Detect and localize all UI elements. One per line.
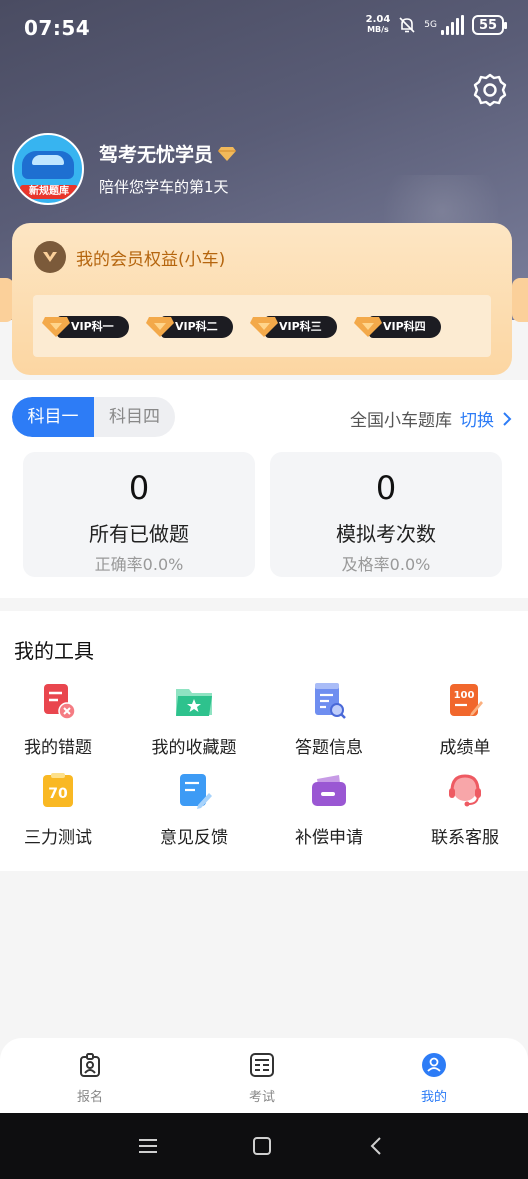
stat-value: 0 — [128, 469, 150, 507]
user-name-row[interactable]: 驾考无忧学员 — [99, 140, 237, 167]
diamond-icon — [218, 146, 237, 161]
user-name: 驾考无忧学员 — [99, 144, 214, 166]
vip-chip[interactable]: VIP科四 — [353, 313, 443, 339]
tool-label: 答题信息 — [295, 738, 363, 758]
wrong-questions-icon — [44, 684, 76, 720]
wallet-icon — [312, 775, 346, 806]
exam-paper-icon — [250, 1053, 274, 1077]
network-speed: 2.04 MB/s — [366, 15, 391, 35]
menu-icon[interactable] — [130, 1113, 166, 1179]
switch-link[interactable]: 切换 — [460, 406, 494, 431]
stat-value: 0 — [375, 469, 397, 507]
signal-icon — [441, 15, 464, 35]
favorites-folder-icon — [176, 689, 212, 716]
speed-unit: MB/s — [367, 25, 389, 34]
status-time: 07:54 — [24, 16, 91, 40]
study-stats-section: 科目一 科目四 全国小车题库 切换 0 所有已做题 正确率0.0% 0 模拟考次… — [0, 380, 528, 598]
nav-label: 我的 — [420, 1090, 447, 1105]
three-ability-test-icon: 70 — [43, 773, 73, 807]
tools-section: 我的工具 我的错题 我的收藏题 答题信息 100 成绩单 70 三力测试 意见反… — [0, 611, 528, 871]
stat-card-answered[interactable]: 0 所有已做题 正确率0.0% — [23, 452, 255, 577]
system-nav-bar — [0, 1113, 528, 1179]
tab-subject-one[interactable]: 科目一 — [12, 397, 94, 437]
profile-page: 07:54 2.04 MB/s 5G 55 新规题库 驾考无忧学员 陪伴您学车的… — [0, 0, 528, 1179]
tool-label: 我的错题 — [24, 738, 92, 758]
tool-label: 我的收藏题 — [151, 738, 237, 758]
tool-customer-service[interactable]: 联系客服 — [399, 771, 528, 851]
answer-info-icon — [315, 683, 346, 719]
stat-sub: 正确率0.0% — [94, 555, 184, 574]
subject-tabs: 科目一 科目四 — [12, 397, 175, 437]
user-subtitle: 陪伴您学车的第1天 — [99, 178, 229, 196]
tool-feedback[interactable]: 意见反馈 — [128, 771, 260, 851]
tool-label: 联系客服 — [431, 828, 499, 848]
stat-card-mock-exams[interactable]: 0 模拟考次数 及格率0.0% — [270, 452, 502, 577]
score-report-icon: 100 — [450, 684, 483, 716]
nav-item-signup[interactable]: 报名 — [50, 1052, 130, 1105]
battery-level: 55 — [478, 17, 498, 33]
nav-item-exam[interactable]: 考试 — [222, 1052, 302, 1105]
battery-icon: 55 — [472, 15, 507, 35]
tool-label: 三力测试 — [24, 828, 92, 848]
vip-card-edge-right — [512, 278, 528, 322]
vip-chip-list: VIP科一 VIP科二 VIP科三 VIP科四 — [33, 295, 491, 357]
back-icon[interactable] — [358, 1113, 394, 1179]
user-profile-icon — [422, 1053, 446, 1077]
tool-label: 意见反馈 — [160, 828, 228, 848]
mute-bell-icon — [399, 17, 415, 33]
score-icon-text: 100 — [454, 690, 475, 701]
avatar-tag: 新规题库 — [20, 185, 78, 199]
tool-wrong-questions[interactable]: 我的错题 — [0, 681, 124, 761]
stat-sub: 及格率0.0% — [341, 555, 431, 574]
vip-badge-icon — [34, 241, 66, 273]
stat-label: 所有已做题 — [89, 522, 189, 546]
tools-title: 我的工具 — [14, 639, 94, 663]
question-bank-switch[interactable]: 全国小车题库 切换 — [350, 406, 512, 431]
tool-score-report[interactable]: 100 成绩单 — [399, 681, 528, 761]
nav-label: 考试 — [248, 1090, 275, 1105]
vip-chip[interactable]: VIP科三 — [249, 313, 339, 339]
feedback-icon — [180, 774, 212, 809]
tool-answer-info[interactable]: 答题信息 — [263, 681, 395, 761]
home-icon[interactable] — [244, 1113, 280, 1179]
tool-favorites[interactable]: 我的收藏题 — [128, 681, 260, 761]
status-bar: 07:54 2.04 MB/s 5G 55 — [0, 0, 528, 56]
customer-service-icon — [449, 774, 481, 807]
tool-label: 成绩单 — [439, 738, 491, 758]
question-bank-label: 全国小车题库 — [350, 411, 452, 431]
vip-chip[interactable]: VIP科一 — [41, 313, 131, 339]
vip-title: 我的会员权益(小车) — [76, 249, 226, 270]
vip-chip[interactable]: VIP科二 — [145, 313, 235, 339]
three-test-icon-text: 70 — [48, 786, 68, 802]
nav-label: 报名 — [76, 1090, 103, 1105]
nav-item-mine[interactable]: 我的 — [394, 1052, 474, 1105]
tool-three-ability-test[interactable]: 70 三力测试 — [0, 771, 124, 851]
vip-title-row: 我的会员权益(小车) — [34, 241, 225, 273]
vip-benefits-card[interactable]: 我的会员权益(小车) VIP科一 VIP科二 VIP科三 VIP科四 — [12, 223, 512, 375]
bottom-nav: 报名 考试 我的 — [0, 1038, 528, 1113]
badge-id-icon — [80, 1053, 100, 1077]
tab-subject-four[interactable]: 科目四 — [94, 397, 175, 437]
tool-compensation[interactable]: 补偿申请 — [263, 771, 395, 851]
vip-gem-icon — [354, 317, 382, 337]
avatar[interactable]: 新规题库 — [12, 133, 84, 205]
vip-gem-icon — [146, 317, 174, 337]
settings-gear-icon[interactable] — [472, 72, 508, 108]
tool-label: 补偿申请 — [295, 828, 363, 848]
stat-label: 模拟考次数 — [336, 522, 436, 546]
vip-gem-icon — [250, 317, 278, 337]
speed-value: 2.04 — [365, 14, 391, 25]
status-icons: 2.04 MB/s 5G 55 — [366, 15, 507, 35]
chevron-right-icon — [503, 411, 512, 426]
vip-gem-icon — [42, 317, 70, 337]
network-type: 5G — [424, 19, 437, 30]
car-avatar-icon — [22, 151, 74, 179]
